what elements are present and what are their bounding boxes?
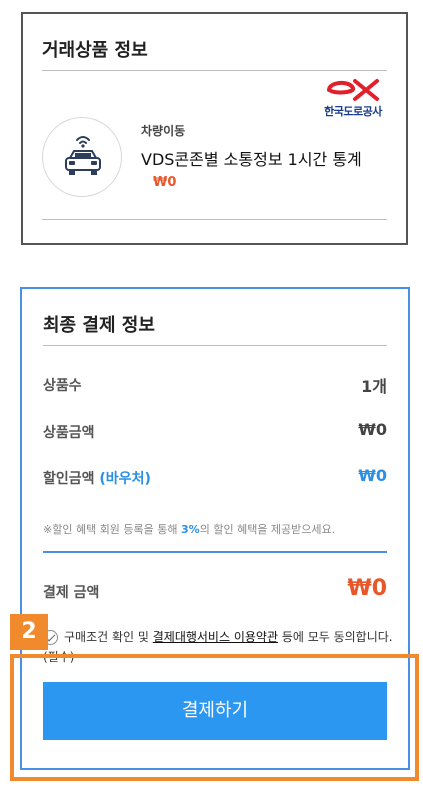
total-divider xyxy=(43,551,387,553)
ex-logo-icon xyxy=(327,79,379,101)
product-price: ₩0 xyxy=(153,175,177,190)
quantity-label: 상품수 xyxy=(43,378,82,394)
payment-info-title: 최종 결제 정보 xyxy=(43,315,155,336)
provider-logo: 한국도로공사 xyxy=(318,77,388,133)
provider-logo-text: 한국도로공사 xyxy=(324,105,382,118)
total-amount-value: ₩0 xyxy=(347,576,387,601)
divider xyxy=(42,219,387,220)
agree-prefix: 구매조건 확인 및 xyxy=(64,630,153,644)
terms-link[interactable]: 결제대행서비스 이용약관 xyxy=(153,630,278,644)
product-name: VDS콘존별 소통정보 1시간 통계 xyxy=(141,150,362,169)
discount-notice: ※할인 혜택 회원 등록을 통해 3%의 할인 혜택을 제공받으세요. xyxy=(43,521,335,537)
product-amount-label: 상품금액 xyxy=(43,425,95,441)
quantity-value: 1개 xyxy=(361,377,387,396)
discount-label-text: 할인금액 xyxy=(43,471,95,487)
discount-amount-label: 할인금액 (바우처) xyxy=(43,468,151,488)
notice-percent: 3% xyxy=(181,523,200,536)
pay-button[interactable]: 결제하기 xyxy=(43,682,387,740)
discount-amount-value: ₩0 xyxy=(358,466,387,485)
product-amount-value: ₩0 xyxy=(358,420,387,439)
car-category-icon xyxy=(42,117,122,197)
divider xyxy=(42,70,387,71)
product-info-panel: 거래상품 정보 한국도로공사 차량이동 VDS콘존별 소통정보 1시간 통계 ₩… xyxy=(21,12,408,245)
notice-suffix: 의 할인 혜택을 제공받으세요. xyxy=(199,523,336,536)
product-info-title: 거래상품 정보 xyxy=(42,40,148,61)
product-category: 차량이동 xyxy=(141,124,186,138)
step-badge: 2 xyxy=(10,614,48,650)
notice-prefix: ※할인 혜택 회원 등록을 통해 xyxy=(43,523,182,536)
payment-info-panel: 최종 결제 정보 상품수 1개 상품금액 ₩0 할인금액 (바우처) ₩0 ※할… xyxy=(20,287,410,770)
terms-agreement: 구매조건 확인 및 결제대행서비스 이용약관 등에 모두 동의합니다.(필수) xyxy=(43,627,393,667)
total-amount-label: 결제 금액 xyxy=(43,585,100,601)
divider xyxy=(43,345,387,346)
voucher-label: (바우처) xyxy=(99,471,151,487)
